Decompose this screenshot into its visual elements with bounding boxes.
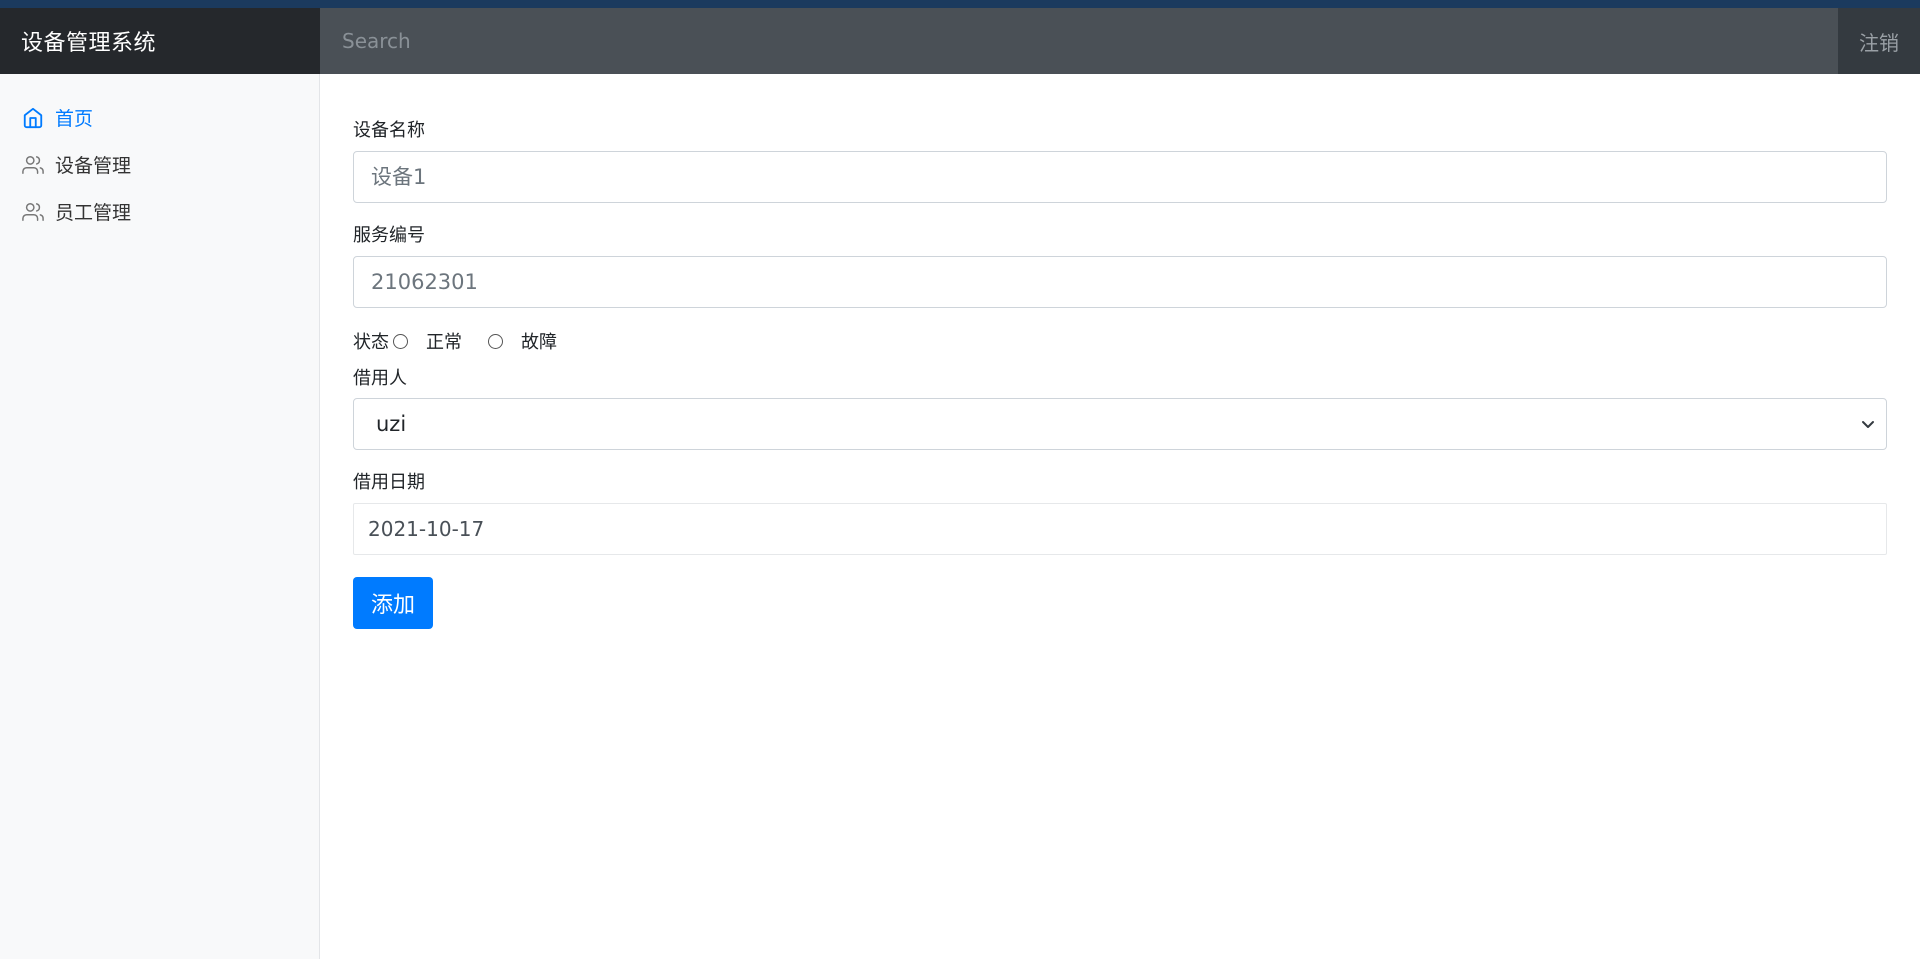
navbar: 设备管理系统 注销: [0, 8, 1920, 74]
sidebar-item-label: 首页: [55, 108, 94, 130]
sidebar-item-home[interactable]: 首页: [0, 94, 319, 141]
status-radio-fault[interactable]: [488, 333, 503, 349]
status-radio-normal[interactable]: [393, 333, 408, 349]
status-option-normal-label: 正常: [426, 332, 462, 353]
borrow-date-input[interactable]: [353, 503, 1887, 555]
borrower-select[interactable]: uzi: [353, 398, 1887, 450]
borrow-date-label: 借用日期: [353, 472, 425, 493]
borrower-label: 借用人: [353, 368, 407, 389]
brand-title[interactable]: 设备管理系统: [0, 8, 320, 74]
device-name-input[interactable]: [353, 151, 1887, 203]
logout-link[interactable]: 注销: [1838, 8, 1920, 74]
sidebar-item-staff[interactable]: 员工管理: [0, 188, 319, 235]
sidebar: 首页 设备管理 员工管理: [0, 74, 320, 959]
users-icon: [22, 201, 44, 223]
sidebar-item-label: 员工管理: [55, 202, 132, 224]
chevron-down-icon: [1860, 416, 1876, 432]
top-window-strip: [0, 0, 1920, 8]
device-form: 设备名称 服务编号 状态 正常 故障 借用人 uzi 借用日期 添加: [353, 119, 1887, 629]
status-label: 状态: [353, 332, 389, 353]
sidebar-item-devices[interactable]: 设备管理: [0, 141, 319, 188]
add-button[interactable]: 添加: [353, 577, 433, 629]
borrower-selected-value: uzi: [376, 412, 407, 436]
device-name-label: 设备名称: [353, 120, 425, 141]
status-group: 状态 正常 故障: [353, 329, 1887, 353]
status-option-fault-label: 故障: [521, 332, 557, 353]
service-no-input[interactable]: [353, 256, 1887, 308]
users-icon: [22, 154, 44, 176]
search-input[interactable]: [320, 8, 1838, 74]
service-no-label: 服务编号: [353, 225, 425, 246]
main-content: 设备名称 服务编号 状态 正常 故障 借用人 uzi 借用日期 添加: [353, 74, 1887, 629]
home-icon: [22, 107, 44, 129]
sidebar-item-label: 设备管理: [55, 155, 132, 177]
